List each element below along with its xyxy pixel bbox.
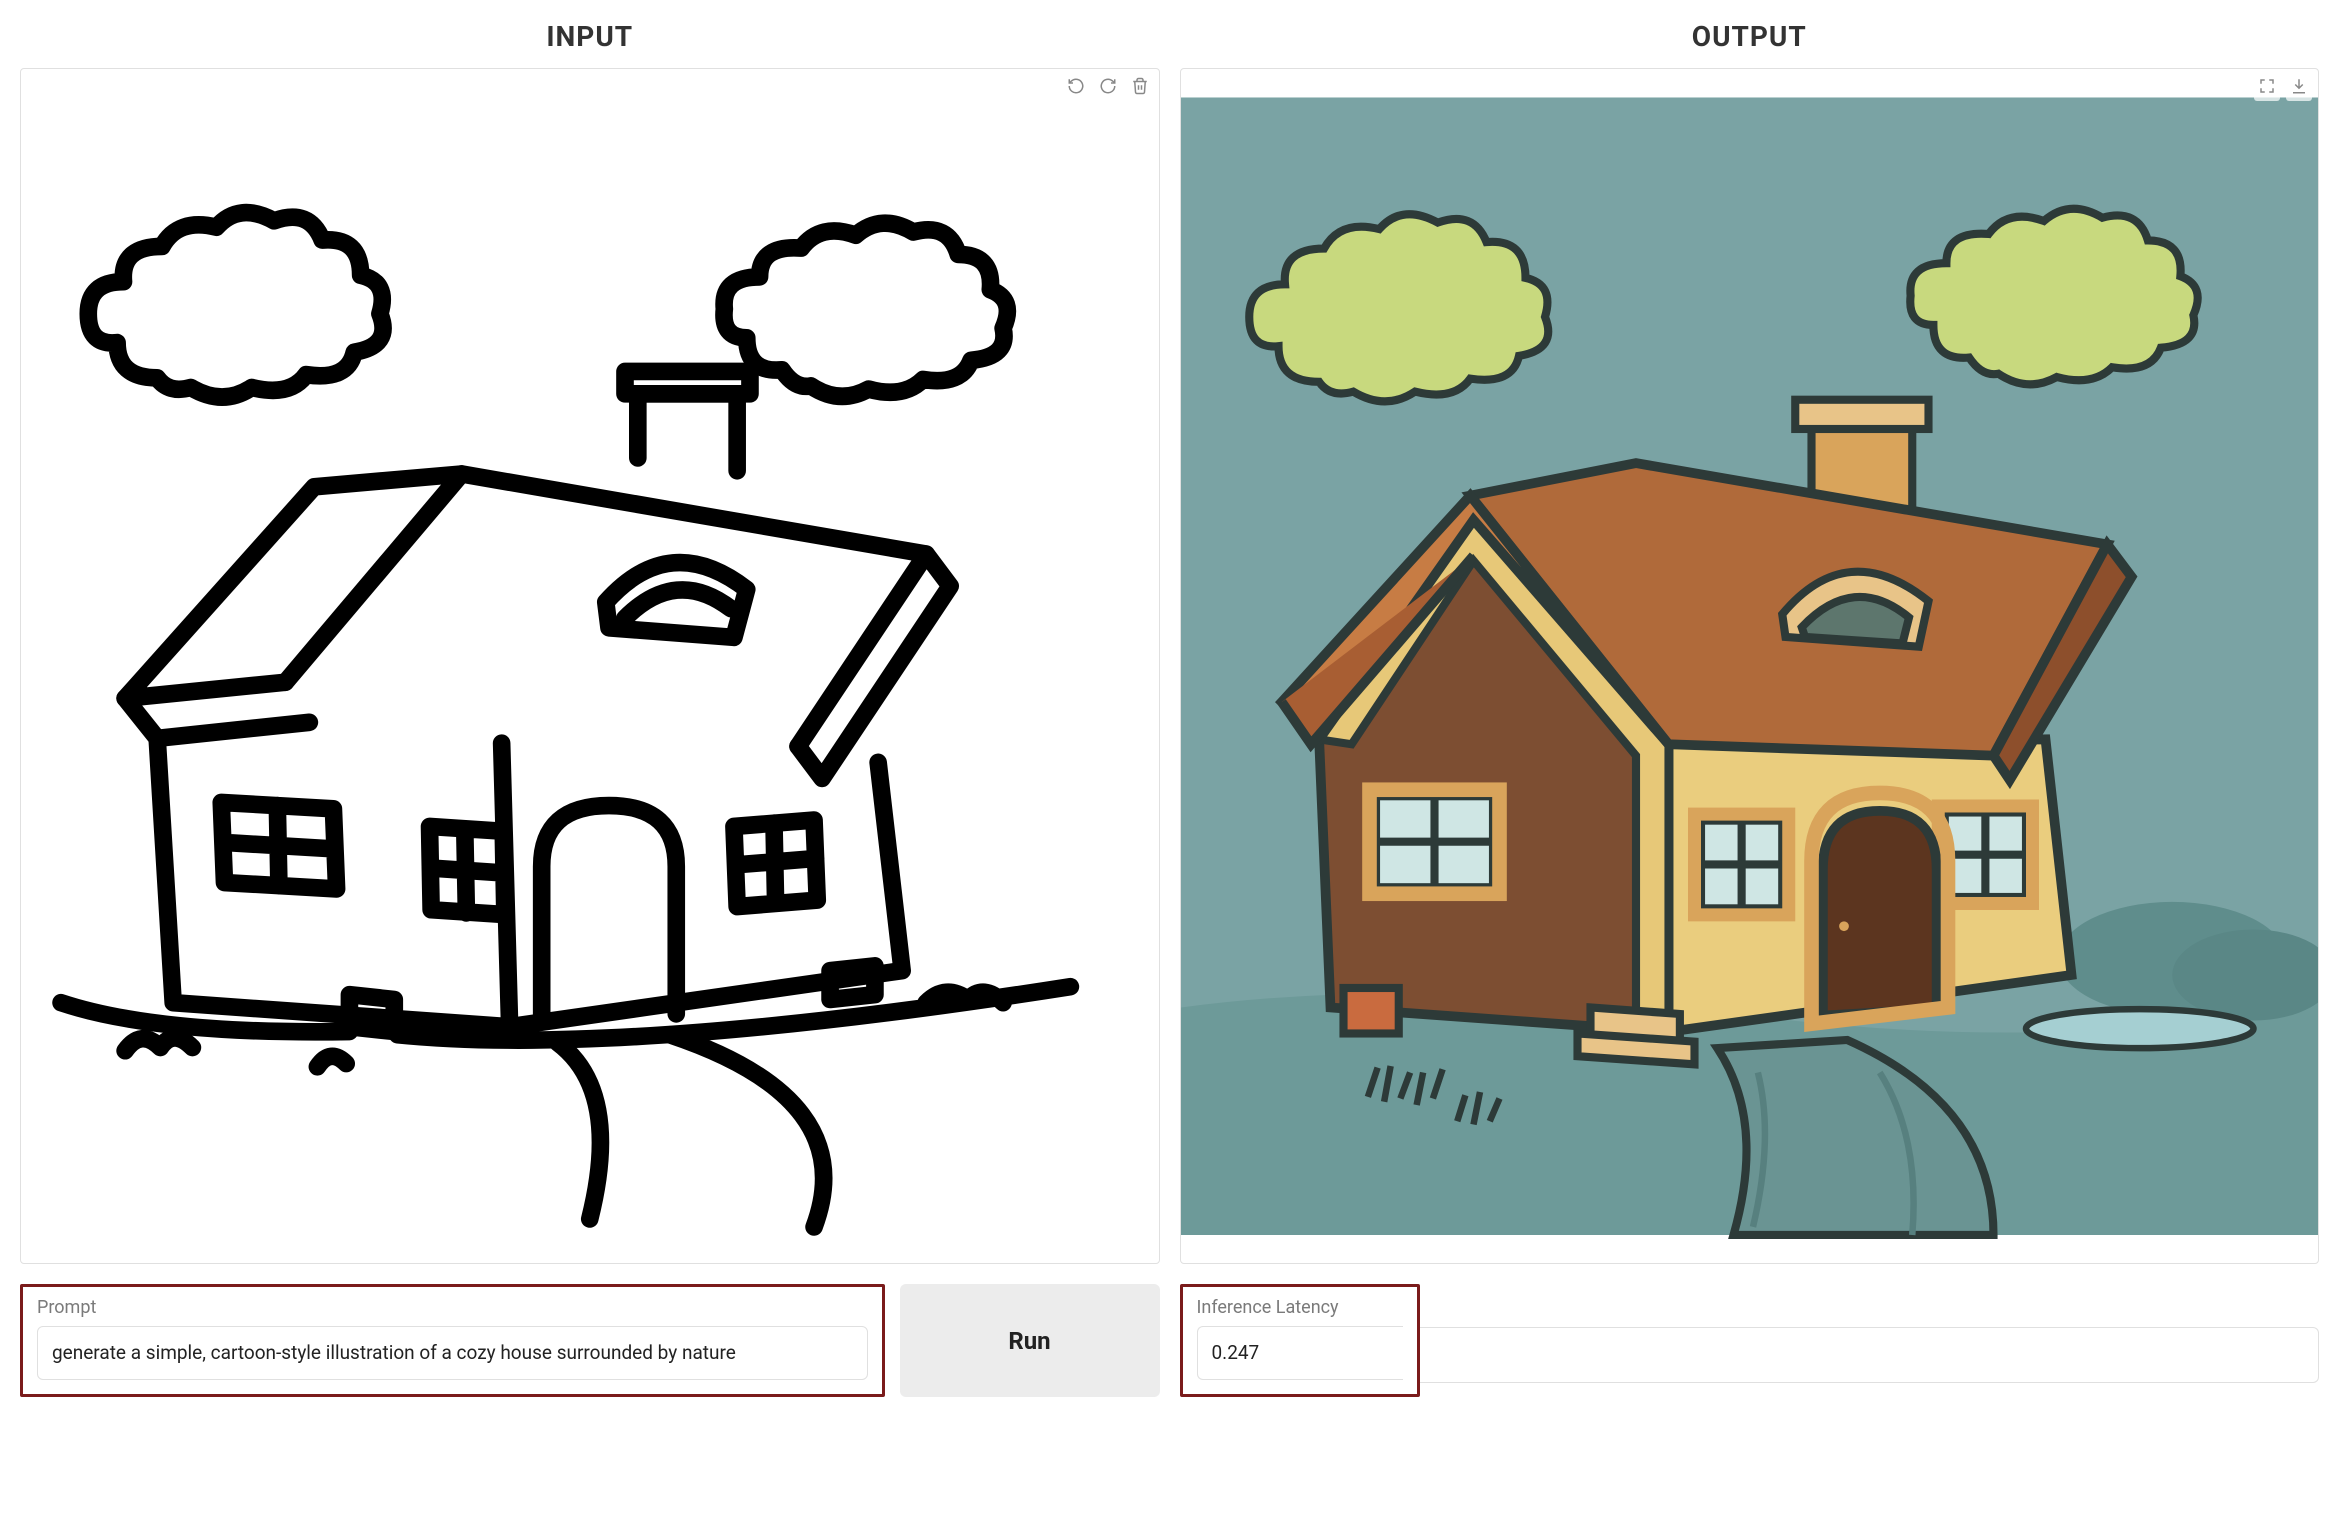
run-button-label: Run <box>1008 1327 1050 1355</box>
download-button[interactable] <box>2286 75 2312 101</box>
input-column: INPUT <box>20 20 1160 1397</box>
latency-label: Inference Latency <box>1197 1297 1403 1318</box>
output-image-canvas <box>1181 69 2319 1263</box>
redo-icon <box>1099 77 1117 99</box>
fullscreen-button[interactable] <box>2254 75 2280 101</box>
output-column: OUTPUT <box>1180 20 2320 1397</box>
output-image-panel <box>1180 68 2320 1264</box>
input-sketch-canvas[interactable] <box>29 77 1151 1255</box>
input-bottom-row: Prompt generate a simple, cartoon-style … <box>20 1284 1160 1397</box>
output-title: OUTPUT <box>1180 20 2320 53</box>
download-icon <box>2290 77 2308 99</box>
input-image-panel <box>20 68 1160 1264</box>
output-toolbar <box>2254 75 2312 101</box>
input-title: INPUT <box>20 20 1160 53</box>
output-illustration <box>1181 69 2319 1263</box>
sketch-drawing <box>29 77 1151 1255</box>
prompt-block: Prompt generate a simple, cartoon-style … <box>20 1284 885 1397</box>
undo-icon <box>1067 77 1085 99</box>
input-toolbar <box>1063 75 1153 101</box>
latency-field-extension <box>1420 1327 2320 1383</box>
output-bottom-row: Inference Latency 0.247 <box>1180 1284 2320 1397</box>
latency-block: Inference Latency 0.247 <box>1180 1284 1420 1397</box>
fullscreen-icon <box>2258 77 2276 99</box>
latency-value: 0.247 <box>1197 1326 1403 1380</box>
trash-icon <box>1131 77 1149 99</box>
redo-button[interactable] <box>1095 75 1121 101</box>
undo-button[interactable] <box>1063 75 1089 101</box>
prompt-label: Prompt <box>37 1297 868 1318</box>
run-button[interactable]: Run <box>900 1284 1160 1397</box>
prompt-input[interactable]: generate a simple, cartoon-style illustr… <box>37 1326 868 1380</box>
delete-button[interactable] <box>1127 75 1153 101</box>
